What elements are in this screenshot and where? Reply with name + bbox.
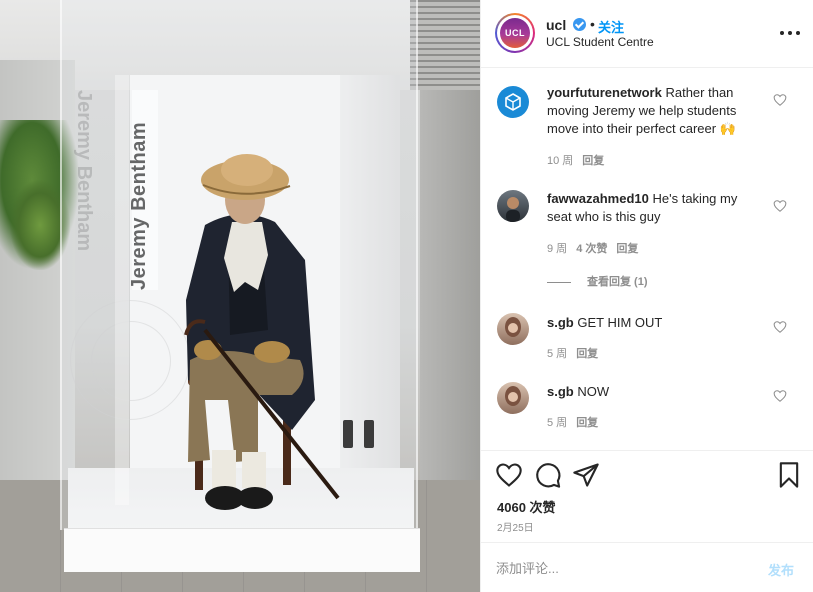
verified-badge-icon [573, 18, 586, 31]
reply-button[interactable]: 回复 [616, 243, 638, 255]
comment-body: s.gb GET HIM OUT [547, 314, 762, 332]
comment-age: 5 周 [547, 417, 568, 429]
replies-divider [547, 281, 571, 283]
comment-like-heart-icon[interactable] [773, 93, 787, 107]
comment-age: 10 周 [547, 155, 574, 167]
comment-meta: 5 周回复 [547, 414, 607, 430]
comment-age: 5 周 [547, 348, 568, 360]
add-comment-bar: 发布 [481, 542, 813, 592]
post-comment-button[interactable]: 发布 [768, 560, 794, 579]
comment-meta: 9 周 4 次赞 回复 [547, 240, 647, 256]
commenter-avatar[interactable] [497, 190, 529, 222]
header-separator: • [590, 16, 595, 32]
commenter-avatar[interactable] [497, 382, 529, 414]
commenter-avatar[interactable] [497, 313, 529, 345]
post-date[interactable]: 2月25日 [497, 519, 534, 534]
comment-like-heart-icon[interactable] [773, 320, 787, 334]
user-photo-icon [506, 197, 520, 222]
more-options-icon[interactable] [780, 22, 800, 42]
post-side-panel: UCL ucl • 关注 UCL Student Centre yourfutu… [480, 0, 813, 592]
bookmark-icon[interactable] [775, 461, 803, 489]
commenter-username[interactable]: fawwazahmed10 [547, 191, 649, 206]
cube-logo-icon [505, 93, 521, 111]
seated-figure-illustration [115, 75, 340, 510]
comment-like-heart-icon[interactable] [773, 389, 787, 403]
comment-text: GET HIM OUT [577, 315, 663, 330]
comment-like-heart-icon[interactable] [773, 199, 787, 213]
user-photo-icon [505, 317, 521, 337]
comment-meta: 5 周回复 [547, 345, 607, 361]
author-avatar[interactable]: UCL [495, 13, 535, 53]
post-photo[interactable]: Jeremy Bentham Jeremy Bentham [0, 0, 480, 592]
comment-body: fawwazahmed10 He's taking my seat who is… [547, 190, 762, 226]
commenter-username[interactable]: yourfuturenetwork [547, 85, 662, 100]
heart-icon[interactable] [495, 461, 523, 489]
commenter-avatar[interactable] [497, 86, 529, 118]
comment-age: 9 周 [547, 243, 568, 255]
view-replies-button[interactable]: 查看回复 (1) [547, 273, 648, 289]
reply-button[interactable]: 回复 [576, 417, 598, 429]
post-location[interactable]: UCL Student Centre [546, 35, 654, 49]
comment-input[interactable] [496, 558, 746, 578]
commenter-username[interactable]: s.gb [547, 384, 574, 399]
post-actions: 4060 次赞 2月25日 [481, 450, 813, 542]
share-icon[interactable] [572, 461, 600, 489]
follow-button[interactable]: 关注 [598, 17, 624, 36]
reply-button[interactable]: 回复 [576, 348, 598, 360]
reply-button[interactable]: 回复 [582, 155, 604, 167]
ucl-logo-icon: UCL [500, 18, 530, 48]
comment-like-count[interactable]: 4 次赞 [576, 243, 607, 255]
author-username[interactable]: ucl [546, 17, 566, 33]
comment-icon[interactable] [534, 461, 562, 489]
like-count[interactable]: 4060 次赞 [497, 497, 556, 516]
comment-text: NOW [577, 384, 610, 399]
view-replies-label: 查看回复 (1) [587, 276, 648, 288]
comment-meta: 10 周回复 [547, 152, 613, 168]
post-header: UCL ucl • 关注 UCL Student Centre [481, 0, 813, 68]
user-photo-icon [505, 386, 521, 406]
instagram-post-modal: Jeremy Bentham Jeremy Bentham UCL ucl • … [0, 0, 813, 592]
commenter-username[interactable]: s.gb [547, 315, 574, 330]
comment-body: s.gb NOW [547, 383, 762, 401]
comment-body: yourfuturenetwork Rather than moving Jer… [547, 84, 762, 138]
